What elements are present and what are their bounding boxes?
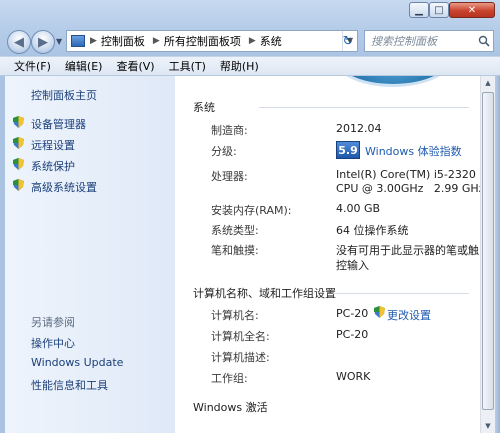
- menu-help[interactable]: 帮助(H): [220, 58, 259, 74]
- vertical-scrollbar[interactable]: ▲ ▼: [480, 76, 495, 433]
- breadcrumb-item-control-panel[interactable]: 控制面板: [101, 33, 145, 49]
- wei-score-badge: 5.9: [336, 141, 360, 159]
- window-frame-edge: [495, 76, 500, 433]
- uac-shield-icon: [374, 306, 385, 318]
- arrow-right-icon: ▶: [38, 34, 48, 50]
- processor-value-line2: CPU @ 3.00GHz 2.99 GHz: [336, 182, 480, 195]
- menu-view[interactable]: 查看(V): [116, 58, 154, 74]
- windows-experience-index-link[interactable]: Windows 体验指数: [365, 143, 462, 159]
- search-input[interactable]: 搜索控制面板: [371, 33, 475, 49]
- menu-file[interactable]: 文件(F): [14, 58, 51, 74]
- workgroup-label: 工作组:: [211, 372, 248, 385]
- breadcrumb-item-system[interactable]: 系统: [260, 33, 282, 49]
- windows-update-link[interactable]: Windows Update: [31, 356, 123, 369]
- uac-shield-icon: [13, 137, 24, 149]
- rating-label: 分级:: [211, 145, 237, 158]
- refresh-icon: ↻: [342, 33, 354, 49]
- breadcrumb-separator-icon: ▶: [90, 36, 97, 46]
- computer-name-section-title: 计算机名称、域和工作组设置: [193, 287, 336, 300]
- scroll-thumb[interactable]: [482, 92, 494, 410]
- pen-touch-label: 笔和触摸:: [211, 244, 259, 257]
- advanced-system-settings-link[interactable]: 高级系统设置: [31, 179, 97, 195]
- full-computer-name-value: PC-20: [336, 328, 369, 341]
- section-divider: [259, 107, 469, 108]
- manufacturer-label: 制造商:: [211, 124, 248, 137]
- system-section-title: 系统: [193, 101, 215, 114]
- back-button[interactable]: ◀: [7, 30, 31, 54]
- forward-button[interactable]: ▶: [31, 30, 55, 54]
- maximize-button[interactable]: □: [429, 2, 449, 18]
- windows-logo: [330, 76, 456, 87]
- address-bar[interactable]: ▶ 控制面板 ▶ 所有控制面板项 ▶ 系统 ▼: [66, 30, 358, 52]
- system-type-value: 64 位操作系统: [336, 224, 409, 237]
- manufacturer-value: 2012.04: [336, 122, 382, 135]
- breadcrumb-separator-icon: ▶: [248, 36, 256, 46]
- system-type-label: 系统类型:: [211, 224, 259, 237]
- performance-info-link[interactable]: 性能信息和工具: [31, 377, 108, 393]
- control-panel-icon: [71, 35, 85, 47]
- change-settings-link[interactable]: 更改设置: [387, 307, 431, 323]
- breadcrumb: ▶ 控制面板 ▶ 所有控制面板项 ▶ 系统: [90, 33, 290, 49]
- processor-label: 处理器:: [211, 170, 248, 183]
- recent-pages-dropdown[interactable]: ▼: [56, 37, 62, 46]
- see-also-heading: 另请参阅: [31, 316, 75, 329]
- minimize-button[interactable]: ▁: [409, 2, 429, 18]
- computer-description-label: 计算机描述:: [211, 351, 270, 364]
- control-panel-home-link[interactable]: 控制面板主页: [31, 87, 97, 103]
- scroll-up-icon[interactable]: ▲: [481, 76, 495, 90]
- action-center-link[interactable]: 操作中心: [31, 335, 75, 351]
- menu-tools[interactable]: 工具(T): [169, 58, 206, 74]
- full-computer-name-label: 计算机全名:: [211, 330, 270, 343]
- uac-shield-icon: [13, 116, 24, 128]
- installed-memory-label: 安装内存(RAM):: [211, 204, 292, 217]
- breadcrumb-item-all-items[interactable]: 所有控制面板项: [164, 33, 241, 49]
- workgroup-value: WORK: [336, 370, 371, 383]
- control-panel-window: ▁ □ ✕ ◀ ▶ ▼ ▶ 控制面板 ▶ 所有控制面板项 ▶ 系统 ▼ ↻ 搜索…: [0, 0, 500, 433]
- menu-edit[interactable]: 编辑(E): [65, 58, 103, 74]
- search-box[interactable]: 搜索控制面板: [364, 30, 494, 52]
- computer-name-value: PC-20: [336, 307, 369, 320]
- pen-touch-value-line2: 控输入: [336, 259, 369, 272]
- system-protection-link[interactable]: 系统保护: [31, 158, 75, 174]
- installed-memory-value: 4.00 GB: [336, 202, 381, 215]
- pen-touch-value-line1: 没有可用于此显示器的笔或触: [336, 244, 479, 257]
- search-icon[interactable]: [475, 35, 493, 47]
- refresh-button[interactable]: ↻: [339, 31, 357, 51]
- uac-shield-icon: [13, 179, 24, 191]
- menu-bar: 文件(F) 编辑(E) 查看(V) 工具(T) 帮助(H): [0, 56, 500, 76]
- arrow-left-icon: ◀: [14, 34, 24, 50]
- activation-section-title: Windows 激活: [193, 401, 268, 414]
- device-manager-link[interactable]: 设备管理器: [31, 116, 86, 132]
- uac-shield-icon: [13, 158, 24, 170]
- scroll-down-icon[interactable]: ▼: [481, 419, 495, 433]
- breadcrumb-separator-icon: ▶: [152, 36, 160, 46]
- remote-settings-link[interactable]: 远程设置: [31, 137, 75, 153]
- computer-name-label: 计算机名:: [211, 309, 259, 322]
- system-details-panel: 系统 制造商: 2012.04 分级: 5.9 Windows 体验指数 处理器…: [175, 76, 480, 433]
- section-divider: [333, 293, 469, 294]
- close-button[interactable]: ✕: [449, 2, 495, 18]
- task-pane: 控制面板主页 设备管理器 远程设置 系统保护 高级系统设置 另请参阅 操作中心 …: [5, 76, 175, 433]
- processor-value-line1: Intel(R) Core(TM) i5-2320: [336, 168, 476, 181]
